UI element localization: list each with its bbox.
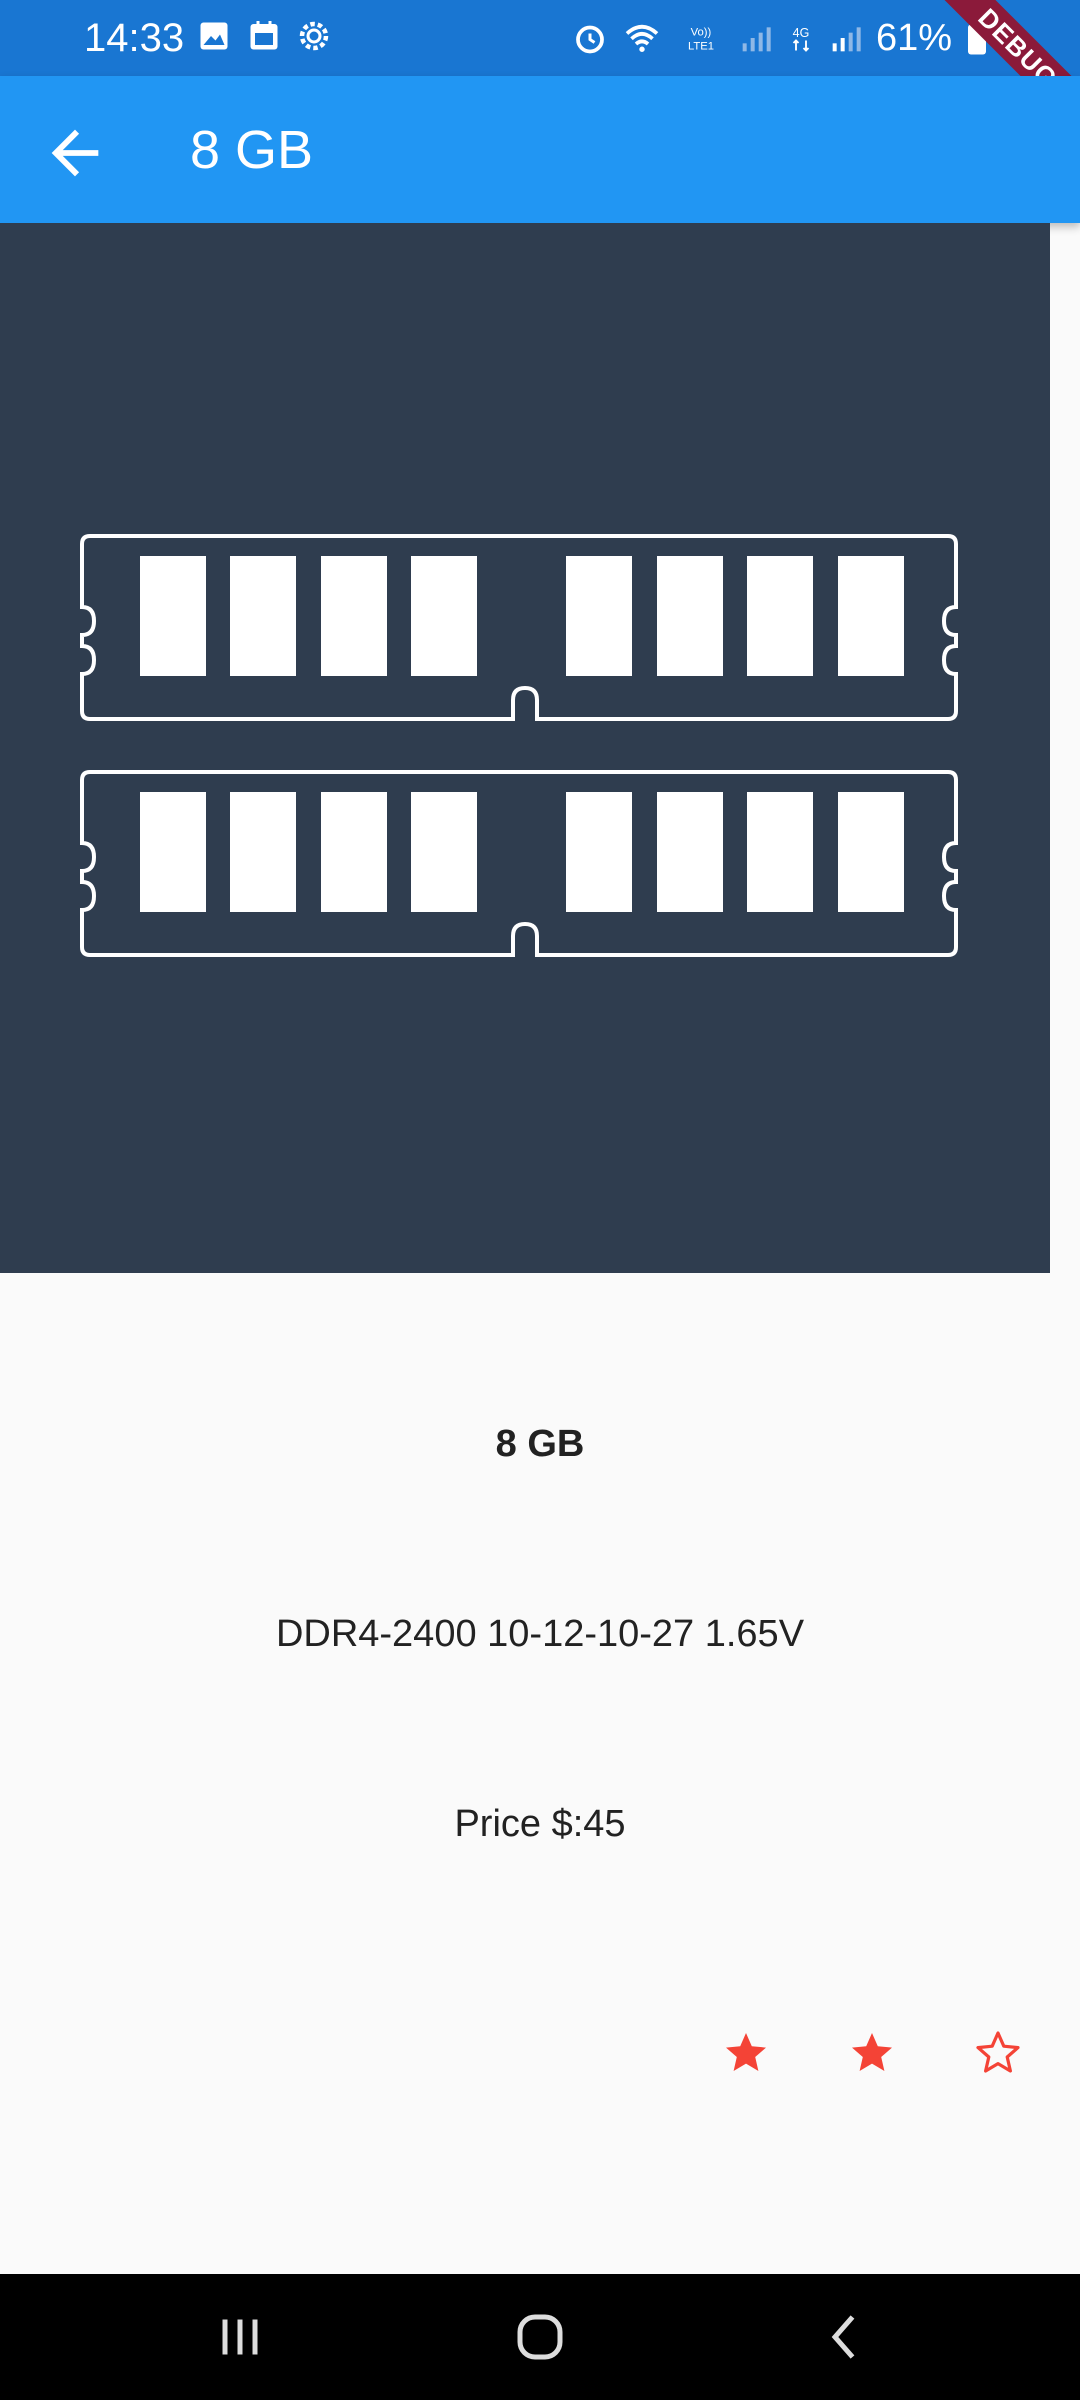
signal-icon — [832, 27, 861, 52]
star-filled-icon[interactable] — [848, 2029, 896, 2077]
svg-text:4G: 4G — [793, 26, 810, 40]
alarm-icon — [576, 25, 604, 54]
page-title: 8 GB — [190, 120, 314, 180]
arrow-back-icon[interactable] — [40, 118, 110, 188]
recent-apps-icon[interactable] — [210, 2307, 270, 2367]
home-icon[interactable] — [510, 2307, 570, 2367]
system-nav-bar — [0, 2274, 1080, 2400]
svg-text:LTE1: LTE1 — [688, 40, 714, 52]
settings-gear-icon — [299, 21, 329, 51]
signal-icon — [742, 27, 771, 52]
status-time: 14:33 — [84, 16, 185, 60]
status-bar: 14:33 Vo)) LTE1 4G 61% DEBUG — [0, 0, 1080, 146]
battery-percentage: 61% — [875, 17, 952, 59]
product-title: 8 GB — [495, 1423, 585, 1465]
wifi-icon — [625, 24, 659, 52]
ram-module-icon — [80, 534, 958, 957]
network-4g-label: 4G — [793, 26, 810, 52]
image-icon — [200, 22, 228, 50]
calendar-icon — [250, 21, 278, 50]
rating-stars[interactable] — [722, 2029, 1022, 2077]
star-outline-icon[interactable] — [974, 2029, 1022, 2077]
product-image — [0, 223, 1050, 1273]
status-left-icons — [196, 18, 332, 54]
product-price: Price $:45 — [454, 1803, 626, 1845]
back-icon[interactable] — [815, 2307, 875, 2367]
lte-label: Vo)) LTE1 — [688, 27, 714, 53]
status-right-icons: Vo)) LTE1 4G 61% — [572, 16, 988, 60]
star-filled-icon[interactable] — [722, 2029, 770, 2077]
product-spec: DDR4-2400 10-12-10-27 1.65V — [275, 1613, 805, 1655]
app-bar: 8 GB — [0, 76, 1080, 223]
svg-text:Vo)): Vo)) — [691, 27, 712, 39]
